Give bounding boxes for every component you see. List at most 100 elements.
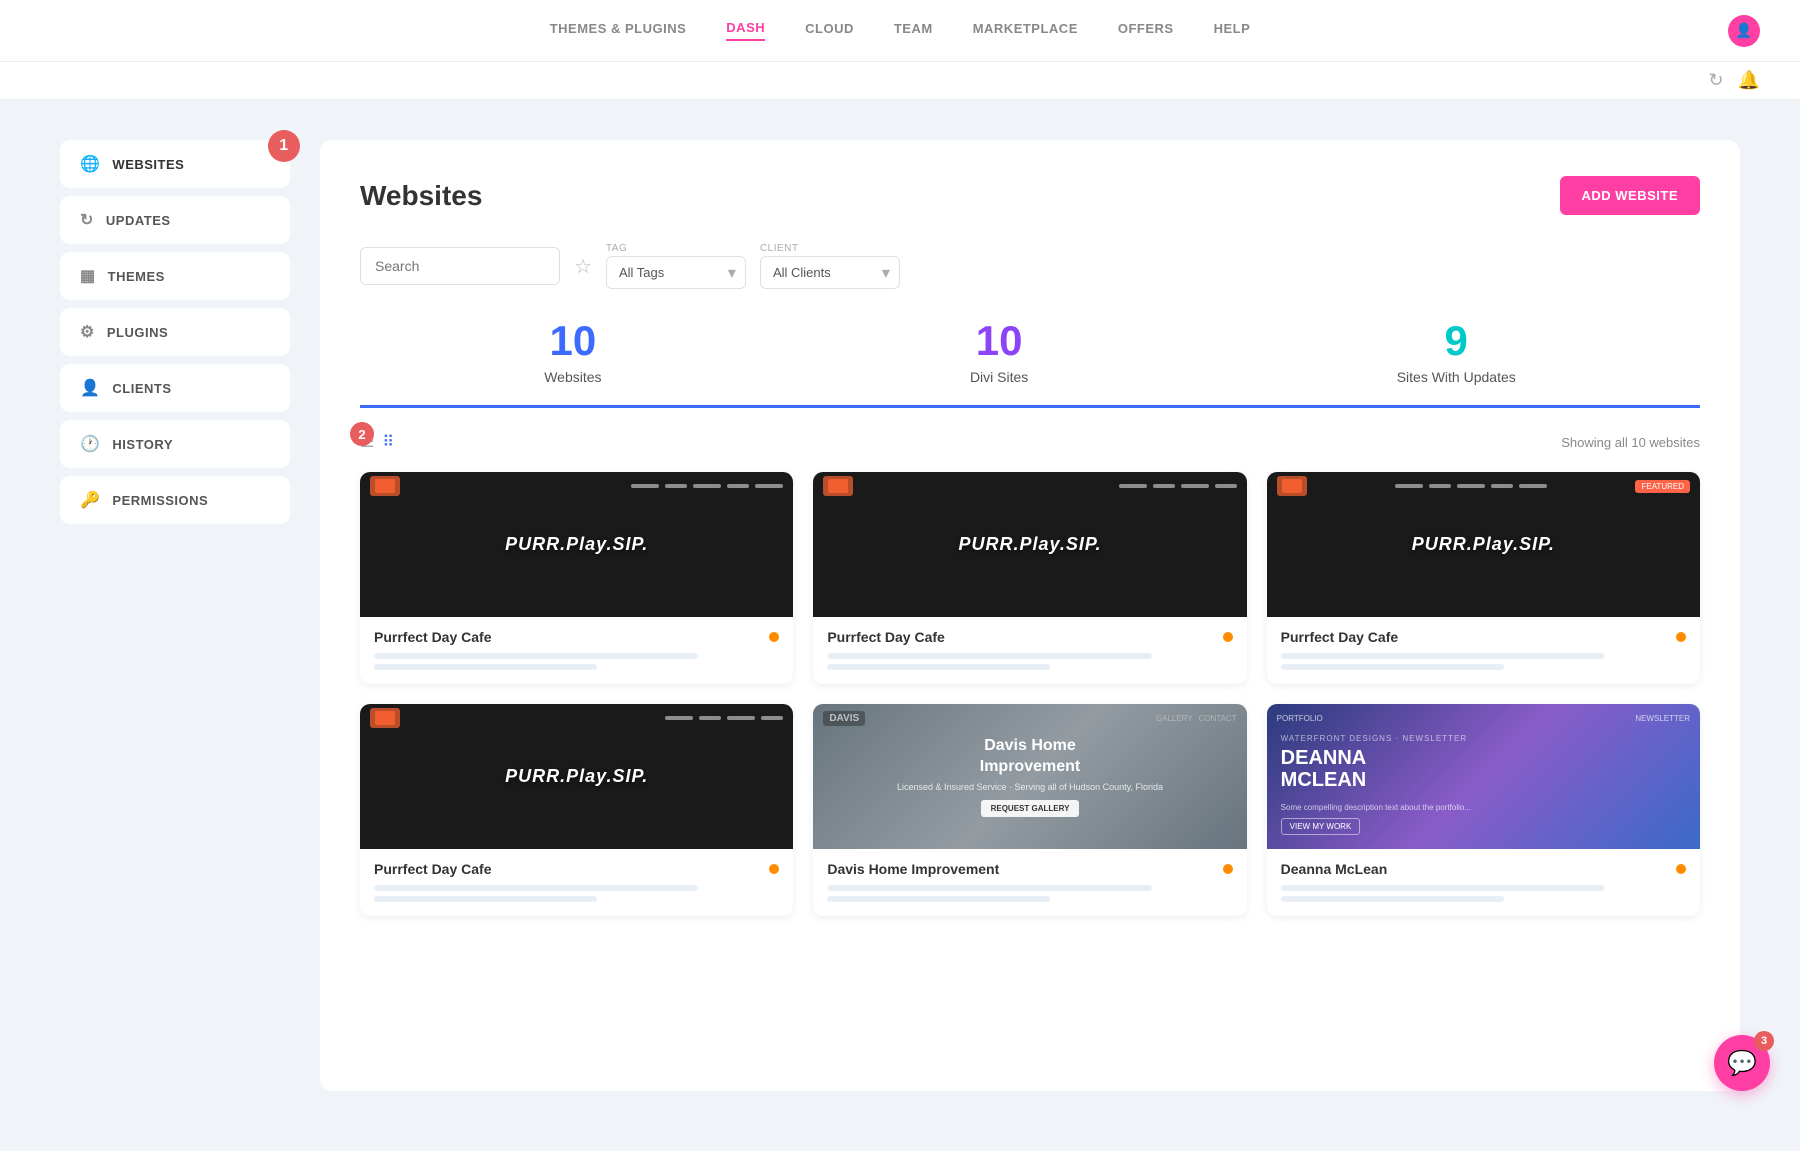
stat-divi-sites: 10 Divi Sites (970, 317, 1028, 385)
nav-right: 👤 (1728, 15, 1760, 47)
grid-header: 2 ☰ ⠿ Showing all 10 websites (360, 418, 1700, 466)
add-website-button[interactable]: ADD WEBSITE (1560, 176, 1701, 215)
card-thumb-text-1: PURR.Play.SIP. (958, 534, 1101, 555)
tag-select[interactable]: All Tags (606, 256, 746, 289)
stats-row: 10 Websites 10 Divi Sites 9 Sites With U… (360, 317, 1700, 408)
sidebar-item-plugins[interactable]: ⚙ PLUGINS (60, 308, 290, 356)
sidebar-item-themes[interactable]: ▦ THEMES (60, 252, 290, 300)
card-logo-0 (370, 476, 400, 496)
nav-cloud[interactable]: CLOUD (805, 21, 854, 40)
content-area: Websites ADD WEBSITE ☆ TAG All Tags CLIE… (320, 140, 1740, 1091)
card-url-bar-1 (827, 653, 1151, 659)
card-name-3: Purrfect Day Cafe (374, 861, 492, 877)
sidebar-item-updates[interactable]: ↻ UPDATES (60, 196, 290, 244)
card-status-4 (1223, 864, 1233, 874)
stat-websites-label: Websites (544, 369, 601, 385)
card-name-5: Deanna McLean (1281, 861, 1388, 877)
sidebar-label-history: HISTORY (112, 437, 173, 452)
refresh-icon[interactable]: ↻ (1708, 70, 1723, 91)
website-card-1[interactable]: PURR.Play.SIP. Purrfect Day Cafe (813, 472, 1246, 684)
website-card-4[interactable]: DAVIS GALLERY CONTACT Davis HomeImprovem… (813, 704, 1246, 916)
sidebar-label-themes: THEMES (108, 269, 165, 284)
card-name-4: Davis Home Improvement (827, 861, 999, 877)
nav-dash[interactable]: DASH (726, 20, 765, 41)
updates-icon: ↻ (80, 210, 94, 230)
card-nav-items-2 (1395, 484, 1547, 488)
website-card-5[interactable]: PORTFOLIO NEWSLETTER WATERFRONT DESIGNS … (1267, 704, 1700, 916)
card-status-1 (1223, 632, 1233, 642)
stat-websites: 10 Websites (544, 317, 601, 385)
search-input[interactable] (360, 247, 560, 285)
themes-icon: ▦ (80, 266, 96, 286)
card-info-5: Deanna McLean (1267, 849, 1700, 916)
card-thumb-2: FEATURED PURR.Play.SIP. (1267, 472, 1700, 617)
website-card-0[interactable]: PURR.Play.SIP. Purrfect Day Cafe (360, 472, 793, 684)
sidebar: 🌐 WEBSITES 1 ↻ UPDATES ▦ THEMES ⚙ PLUGIN… (60, 140, 290, 1091)
card-thumb-0: PURR.Play.SIP. (360, 472, 793, 617)
card-url-bar-short-5 (1281, 896, 1504, 902)
card-nav-items-0 (631, 484, 783, 488)
stat-divi-label: Divi Sites (970, 369, 1028, 385)
nav-team[interactable]: TEAM (894, 21, 933, 40)
card-info-4: Davis Home Improvement (813, 849, 1246, 916)
page-title: Websites (360, 180, 482, 212)
nav-themes-plugins[interactable]: THEMES & PLUGINS (550, 21, 687, 40)
card-url-bar-2 (1281, 653, 1605, 659)
sidebar-label-websites: WEBSITES (112, 157, 184, 172)
chat-badge: 3 (1754, 1031, 1774, 1051)
card-url-bar-short-4 (827, 896, 1050, 902)
plugins-icon: ⚙ (80, 322, 95, 342)
card-url-bar-short-3 (374, 896, 597, 902)
sidebar-item-websites[interactable]: 🌐 WEBSITES 1 (60, 140, 290, 188)
card-status-5 (1676, 864, 1686, 874)
favorites-star[interactable]: ☆ (574, 254, 592, 279)
stat-divi-number: 10 (970, 317, 1028, 365)
davis-btn: REQUEST GALLERY (981, 800, 1080, 817)
notification-icon[interactable]: 🔔 (1738, 70, 1760, 91)
history-icon: 🕐 (80, 434, 100, 454)
davis-overlay: Davis HomeImprovement Licensed & Insured… (813, 704, 1246, 849)
grid-view-icon[interactable]: ⠿ (382, 432, 394, 452)
website-card-3[interactable]: PURR.Play.SIP. Purrfect Day Cafe (360, 704, 793, 916)
card-url-bar-4 (827, 885, 1151, 891)
card-logo-2 (1277, 476, 1307, 496)
card-thumb-3: PURR.Play.SIP. (360, 704, 793, 849)
card-tag-2: FEATURED (1635, 480, 1690, 493)
card-name-0: Purrfect Day Cafe (374, 629, 492, 645)
card-info-1: Purrfect Day Cafe (813, 617, 1246, 684)
top-navigation: THEMES & PLUGINS DASH CLOUD TEAM MARKETP… (0, 0, 1800, 62)
client-label: CLIENT (760, 243, 900, 254)
card-nav-items-1 (1119, 484, 1237, 488)
toolbar-row: ↻ 🔔 (0, 62, 1800, 100)
filters-row: ☆ TAG All Tags CLIENT All Clients (360, 243, 1700, 289)
nav-marketplace[interactable]: MARKETPLACE (973, 21, 1078, 40)
websites-icon: 🌐 (80, 154, 100, 174)
client-select[interactable]: All Clients (760, 256, 900, 289)
sidebar-item-history[interactable]: 🕐 HISTORY (60, 420, 290, 468)
tag-label: TAG (606, 243, 746, 254)
stat-websites-number: 10 (544, 317, 601, 365)
card-url-bar-short-2 (1281, 664, 1504, 670)
card-thumb-text-3: PURR.Play.SIP. (505, 766, 648, 787)
sidebar-item-clients[interactable]: 👤 CLIENTS (60, 364, 290, 412)
stat-updates-label: Sites With Updates (1397, 369, 1516, 385)
nav-help[interactable]: HELP (1214, 21, 1251, 40)
card-name-row-0: Purrfect Day Cafe (374, 629, 779, 645)
chat-bubble[interactable]: 💬 3 (1714, 1035, 1770, 1091)
davis-subtitle: Licensed & Insured Service · Serving all… (897, 782, 1163, 792)
card-thumb-1: PURR.Play.SIP. (813, 472, 1246, 617)
card-url-bar-3 (374, 885, 698, 891)
card-thumb-text-0: PURR.Play.SIP. (505, 534, 648, 555)
card-url-bar-short-1 (827, 664, 1050, 670)
card-nav-items-3 (665, 716, 783, 720)
card-name-1: Purrfect Day Cafe (827, 629, 945, 645)
card-info-0: Purrfect Day Cafe (360, 617, 793, 684)
card-url-bar-5 (1281, 885, 1605, 891)
tag-filter-group: TAG All Tags (606, 243, 746, 289)
user-avatar[interactable]: 👤 (1728, 15, 1760, 47)
nav-offers[interactable]: OFFERS (1118, 21, 1174, 40)
sidebar-label-plugins: PLUGINS (107, 325, 168, 340)
website-card-2[interactable]: FEATURED PURR.Play.SIP. Purrfect Day Caf… (1267, 472, 1700, 684)
card-thumb-4: DAVIS GALLERY CONTACT Davis HomeImprovem… (813, 704, 1246, 849)
sidebar-item-permissions[interactable]: 🔑 PERMISSIONS (60, 476, 290, 524)
